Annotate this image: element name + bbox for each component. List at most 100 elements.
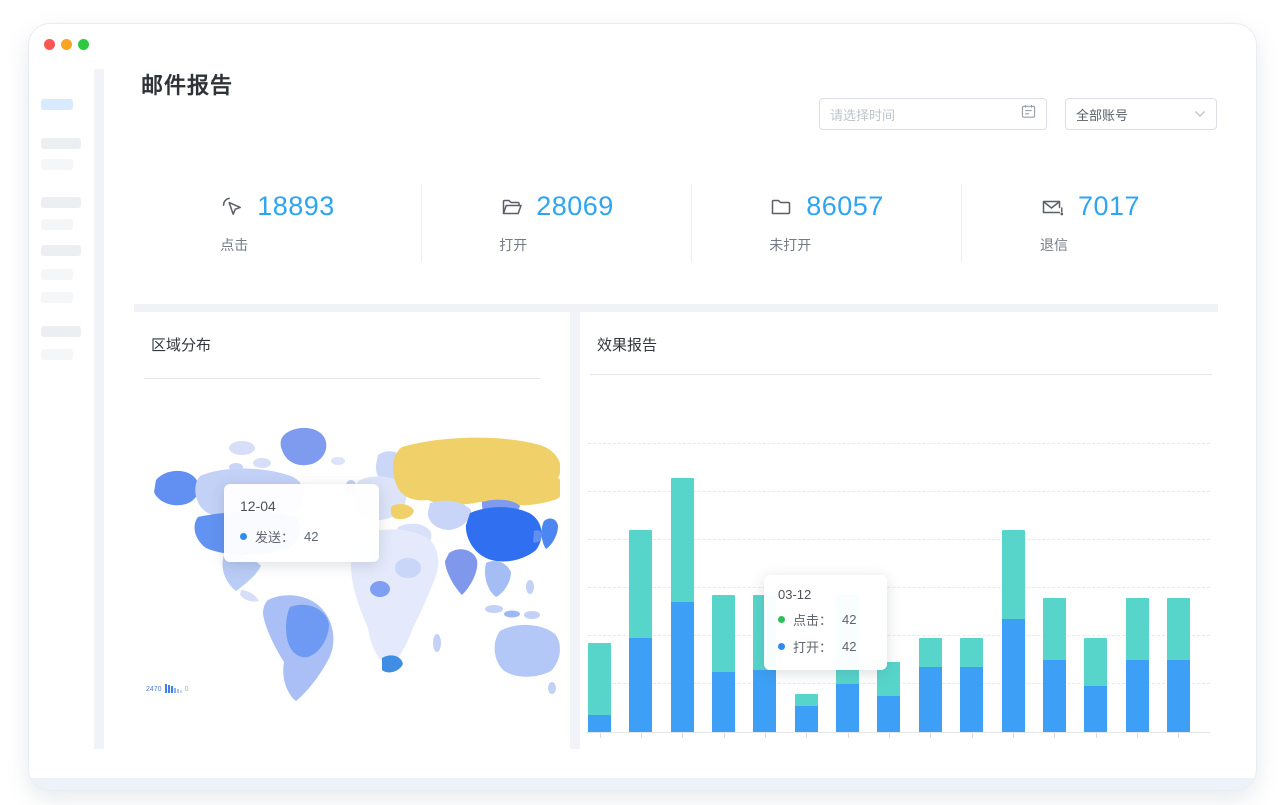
chart-tooltip-value: 42 (842, 639, 856, 654)
bar-segment-open[interactable] (795, 706, 818, 732)
close-window-button[interactable] (44, 39, 55, 50)
sidebar-item[interactable] (41, 138, 81, 149)
bar[interactable] (1084, 638, 1107, 732)
map-region-madagascar (433, 634, 441, 652)
x-axis-tick (1178, 733, 1179, 738)
map-region-central-america (240, 590, 259, 602)
bar-segment-open[interactable] (877, 696, 900, 732)
bar-segment-open[interactable] (1002, 619, 1025, 732)
bar-segment-open[interactable] (1084, 686, 1107, 732)
bar-segment-open[interactable] (588, 715, 611, 732)
page-title: 邮件报告 (141, 68, 233, 100)
map-region-sudan (395, 558, 421, 578)
map-tooltip-label: 发送： (255, 527, 294, 546)
bar[interactable] (712, 595, 735, 732)
stat-opened: 28069 打开 (421, 184, 691, 262)
bar[interactable] (960, 638, 983, 732)
sidebar-item[interactable] (41, 292, 73, 303)
bar-segment-click[interactable] (1167, 598, 1190, 660)
section-divider (134, 304, 1218, 312)
bar-segment-click[interactable] (1126, 598, 1149, 660)
bar-segment-open[interactable] (1167, 660, 1190, 732)
bar-segment-click[interactable] (795, 694, 818, 706)
stat-unopened: 86057 未打开 (691, 184, 961, 262)
bar-segment-open[interactable] (753, 670, 776, 732)
bar-segment-click[interactable] (1043, 598, 1066, 660)
map-region-greenland (281, 428, 327, 465)
map-tooltip: 12-04 发送： 42 (224, 484, 379, 562)
series-dot-click (778, 616, 785, 623)
sidebar-item[interactable] (41, 326, 81, 337)
chart-tooltip: 03-12 点击： 42 打开： 42 (764, 575, 887, 670)
panel-title-report: 效果报告 (597, 334, 657, 355)
map-region-arctic (229, 441, 255, 455)
bar-segment-open[interactable] (919, 667, 942, 732)
bar-segment-open[interactable] (671, 602, 694, 732)
bar-segment-click[interactable] (712, 595, 735, 672)
stat-label: 打开 (499, 235, 614, 255)
x-axis-tick (930, 733, 931, 738)
sidebar-item[interactable] (41, 197, 81, 208)
map-region-central-asia (428, 501, 471, 530)
bar-segment-click[interactable] (629, 530, 652, 638)
maximize-window-button[interactable] (78, 39, 89, 50)
bar[interactable] (1126, 598, 1149, 732)
stat-value: 18893 (257, 191, 335, 222)
bar-segment-open[interactable] (836, 684, 859, 732)
account-select[interactable]: 全部账号 (1065, 98, 1217, 130)
x-axis-tick (848, 733, 849, 738)
panel-rule (144, 378, 540, 379)
bar-segment-open[interactable] (712, 672, 735, 732)
map-region-se-asia (485, 561, 511, 597)
sidebar-item[interactable] (41, 245, 81, 256)
x-axis (586, 732, 1210, 733)
stat-label: 点击 (220, 235, 335, 255)
app-window: 邮件报告 请选择时间 全部账号 (28, 23, 1257, 791)
stat-label: 退信 (1040, 235, 1140, 255)
bar[interactable] (671, 478, 694, 732)
map-region-india (445, 549, 477, 595)
stat-bounced: 7017 退信 (961, 184, 1218, 262)
chart-tooltip-label: 打开： (793, 637, 832, 656)
bar-segment-open[interactable] (629, 638, 652, 732)
bar-segment-open[interactable] (1043, 660, 1066, 732)
bar-segment-click[interactable] (1002, 530, 1025, 619)
sidebar-item[interactable] (41, 219, 73, 230)
map-region-japan (542, 519, 558, 549)
sidebar-item[interactable] (41, 269, 73, 280)
panel-rule (590, 374, 1212, 375)
sidebar-item[interactable] (41, 349, 73, 360)
bar[interactable] (919, 638, 942, 732)
bar-segment-click[interactable] (588, 643, 611, 715)
stat-clicks: 18893 点击 (134, 184, 421, 262)
sidebar-item-active[interactable] (41, 99, 73, 110)
bar[interactable] (1002, 530, 1025, 732)
bar[interactable] (877, 662, 900, 732)
bar[interactable] (795, 694, 818, 732)
stacked-bar-chart[interactable] (588, 412, 1210, 732)
date-range-picker[interactable]: 请选择时间 (819, 98, 1047, 130)
bar-segment-click[interactable] (919, 638, 942, 667)
bar-segment-open[interactable] (1126, 660, 1149, 732)
bar[interactable] (1167, 598, 1190, 732)
gridline (588, 443, 1210, 444)
window-controls (44, 39, 89, 50)
map-region-russia (393, 438, 560, 506)
stat-value: 86057 (806, 191, 884, 222)
map-region-indonesia (485, 605, 503, 613)
bar-segment-open[interactable] (960, 667, 983, 732)
bar-segment-click[interactable] (1084, 638, 1107, 686)
bar-segment-click[interactable] (671, 478, 694, 603)
world-map[interactable] (140, 418, 560, 708)
bar[interactable] (629, 530, 652, 732)
bar[interactable] (1043, 598, 1066, 732)
map-region-nigeria (370, 581, 390, 597)
bar-segment-click[interactable] (960, 638, 983, 667)
sidebar-item[interactable] (41, 159, 73, 170)
bar[interactable] (588, 643, 611, 732)
series-dot-open (778, 643, 785, 650)
x-axis-tick (806, 733, 807, 738)
minimize-window-button[interactable] (61, 39, 72, 50)
panel-title-region: 区域分布 (151, 334, 211, 355)
account-select-value: 全部账号 (1076, 105, 1194, 124)
